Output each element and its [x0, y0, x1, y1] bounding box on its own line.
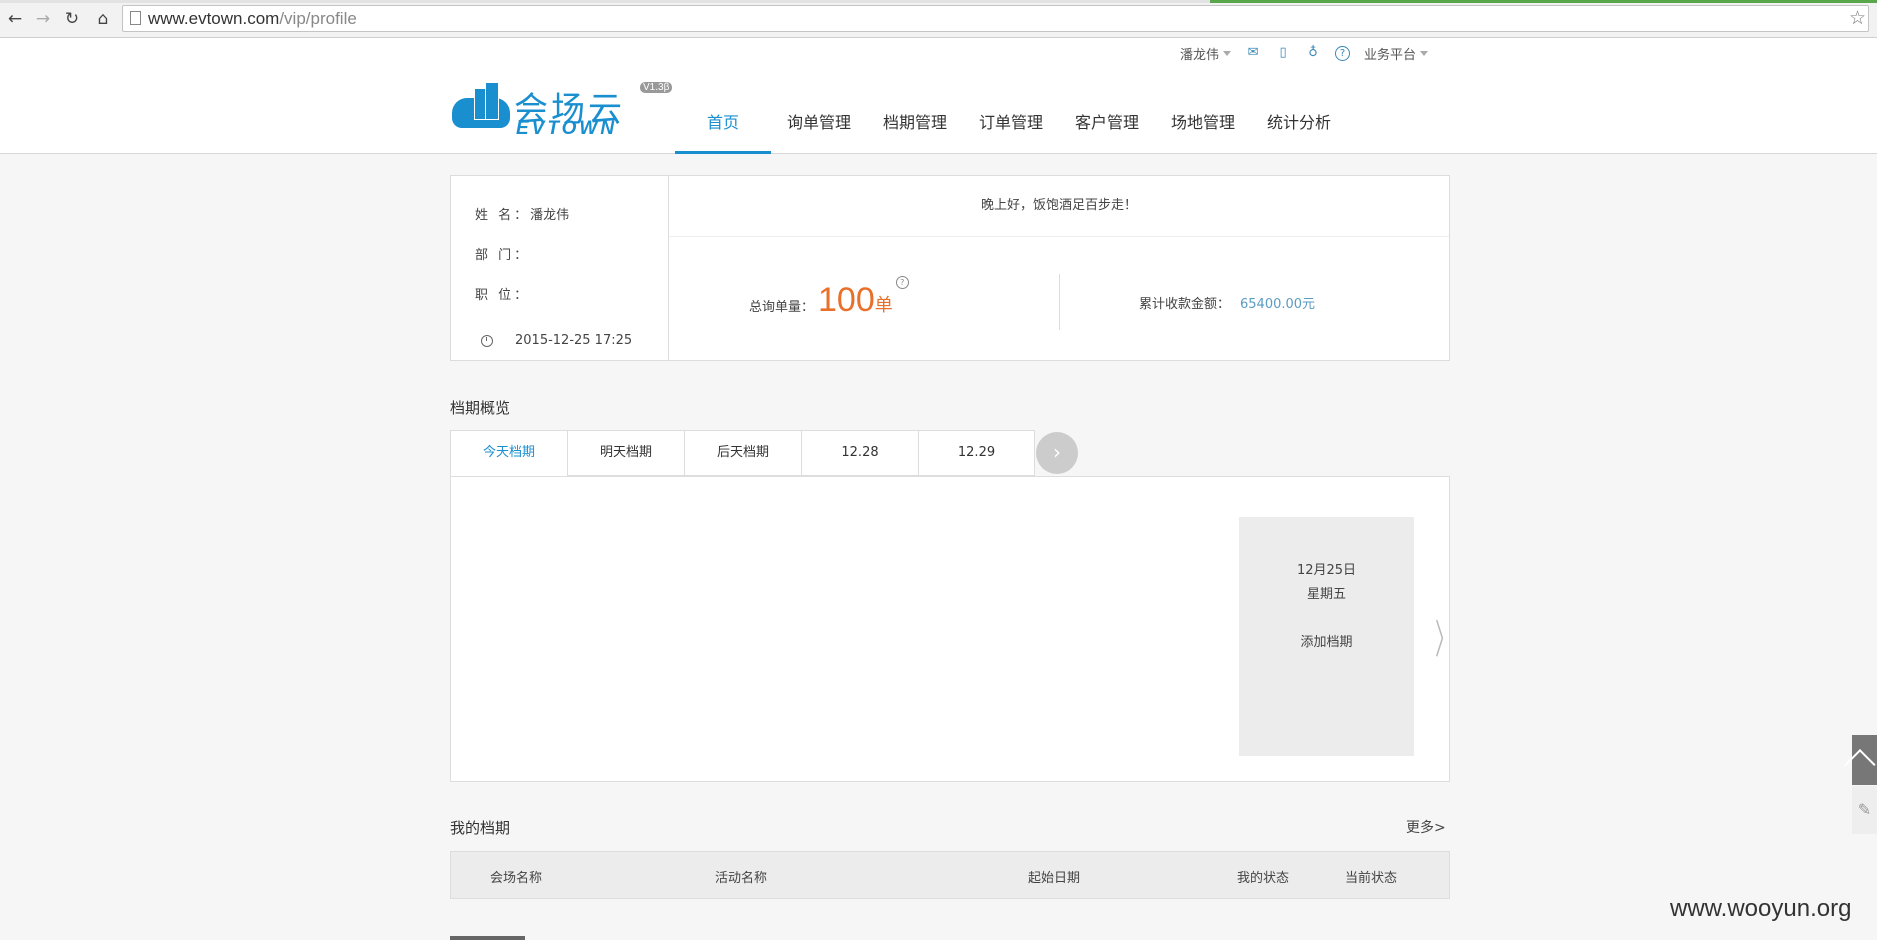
day-card-weekday: 星期五 — [1306, 587, 1346, 602]
total-inquiry-label: 总询单量： — [749, 300, 815, 315]
profile-panel: 姓 名：潘龙伟 部 门： 职 位： 2015-12-25 17:25 晚上好，饭… — [450, 175, 1450, 361]
profile-info: 姓 名：潘龙伟 部 门： 职 位： 2015-12-25 17:25 — [451, 176, 669, 360]
version-badge: V1.3β — [640, 82, 673, 93]
total-inquiry-value: 100 — [818, 281, 875, 319]
url-text[interactable]: www.evtown.com/vip/profile — [148, 9, 357, 29]
site-header: 潘龙伟 ✉ ▯ ♁ ? 业务平台 会场云 EVTOWN V1.3β 首页 询单管… — [0, 38, 1877, 154]
clock-icon — [481, 334, 493, 347]
mail-icon[interactable]: ✉ — [1245, 45, 1261, 61]
platform-menu[interactable]: 业务平台 — [1364, 44, 1429, 63]
dept-label: 部 门： — [475, 248, 531, 263]
back-to-top-icon[interactable] — [1852, 735, 1877, 785]
my-schedule-title: 我的档期 — [450, 819, 511, 837]
nav-inquiry[interactable]: 询单管理 — [771, 106, 867, 154]
nav-schedule[interactable]: 档期管理 — [867, 106, 963, 154]
title-label: 职 位： — [475, 288, 531, 303]
site-logo[interactable]: 会场云 EVTOWN V1.3β — [452, 82, 673, 139]
back-icon[interactable]: ← — [4, 8, 26, 30]
tab-today[interactable]: 今天档期 — [450, 430, 567, 477]
greeting-text: 晚上好，饭饱酒足百步走！ — [669, 176, 1449, 237]
total-income-stat: 累计收款金额： 65400.00元 — [1139, 293, 1315, 312]
address-bar[interactable]: www.evtown.com/vip/profile ☆ — [122, 5, 1869, 32]
chevron-down-icon — [1223, 50, 1232, 56]
edit-icon[interactable]: ✎ — [1852, 786, 1877, 834]
chevron-right-icon[interactable]: 〉 — [1435, 607, 1455, 665]
total-income-value: 65400.00元 — [1240, 297, 1316, 312]
day-card-date: 12月25日 — [1296, 563, 1357, 578]
user-menu[interactable]: 潘龙伟 — [1180, 44, 1232, 63]
building-logo-icon — [485, 82, 499, 120]
tab-tomorrow[interactable]: 明天档期 — [567, 430, 684, 476]
user-topbar: 潘龙伟 ✉ ▯ ♁ ? 业务平台 — [1180, 44, 1442, 63]
more-link[interactable]: 更多> — [1406, 817, 1446, 837]
nav-statistics[interactable]: 统计分析 — [1251, 106, 1347, 154]
tab-date-1228[interactable]: 12.28 — [801, 430, 918, 476]
stat-divider — [1059, 274, 1060, 330]
active-tab-indicator — [1210, 0, 1877, 3]
total-income-label: 累计收款金额： — [1139, 297, 1231, 312]
browser-toolbar: ← → ↻ ⌂ www.evtown.com/vip/profile ☆ — [0, 0, 1877, 38]
datetime-text: 2015-12-25 17:25 — [515, 333, 633, 348]
total-inquiry-stat: 总询单量： 100 单 ? — [749, 276, 909, 320]
wallet-icon[interactable]: ♁ — [1305, 45, 1321, 61]
next-section-title-cut — [450, 932, 530, 940]
bookmark-star-icon[interactable]: ☆ — [1849, 7, 1866, 29]
chevron-down-icon — [1420, 50, 1429, 56]
home-icon[interactable]: ⌂ — [92, 8, 114, 30]
schedule-tabs: 今天档期 明天档期 后天档期 12.28 12.29 — [450, 430, 1035, 477]
col-event-name: 活动名称 — [715, 871, 768, 886]
col-current-status: 当前状态 — [1345, 871, 1398, 886]
add-schedule-button[interactable]: 添加档期 — [1239, 631, 1414, 650]
tabs-next-icon[interactable]: › — [1036, 432, 1078, 474]
reload-icon[interactable]: ↻ — [61, 8, 83, 30]
user-name: 潘龙伟 — [1180, 47, 1220, 63]
schedule-overview-title: 档期概览 — [450, 399, 511, 417]
logo-en-text: EVTOWN — [516, 118, 618, 139]
url-host: www.evtown.com — [148, 9, 280, 28]
dept-row: 部 门： — [475, 244, 530, 263]
profile-stats: 晚上好，饭饱酒足百步走！ 总询单量： 100 单 ? 累计收款金额： 65400.… — [669, 176, 1449, 360]
schedule-panel: 12月25日 星期五 添加档期 〉 — [450, 476, 1455, 782]
tab-day-after[interactable]: 后天档期 — [684, 430, 801, 476]
nav-home[interactable]: 首页 — [675, 106, 771, 154]
day-card: 12月25日 星期五 添加档期 — [1239, 517, 1414, 756]
url-path: /vip/profile — [279, 9, 357, 28]
platform-label: 业务平台 — [1364, 47, 1417, 63]
help-icon[interactable]: ? — [1335, 45, 1351, 61]
col-my-status: 我的状态 — [1237, 871, 1290, 886]
nav-orders[interactable]: 订单管理 — [963, 106, 1059, 154]
title-row: 职 位： — [475, 284, 530, 303]
name-label: 姓 名： — [475, 208, 531, 223]
name-value: 潘龙伟 — [530, 208, 570, 223]
watermark: www.wooyun.org — [1670, 895, 1852, 922]
question-icon[interactable]: ? — [895, 276, 909, 289]
table-header: 会场名称 活动名称 起始日期 我的状态 当前状态 — [450, 851, 1450, 899]
tab-strip-edge — [0, 0, 1877, 3]
forward-icon[interactable]: → — [32, 8, 54, 30]
nav-venues[interactable]: 场地管理 — [1155, 106, 1251, 154]
col-start-date: 起始日期 — [1028, 871, 1081, 886]
mobile-icon[interactable]: ▯ — [1275, 45, 1291, 61]
login-time: 2015-12-25 17:25 — [481, 333, 632, 348]
tab-date-1229[interactable]: 12.29 — [918, 430, 1035, 476]
total-inquiry-unit: 单 — [874, 295, 893, 316]
name-row: 姓 名：潘龙伟 — [475, 204, 569, 223]
nav-customers[interactable]: 客户管理 — [1059, 106, 1155, 154]
page-icon — [130, 11, 141, 25]
col-venue-name: 会场名称 — [490, 871, 543, 886]
main-nav: 首页 询单管理 档期管理 订单管理 客户管理 场地管理 统计分析 — [675, 106, 1347, 154]
